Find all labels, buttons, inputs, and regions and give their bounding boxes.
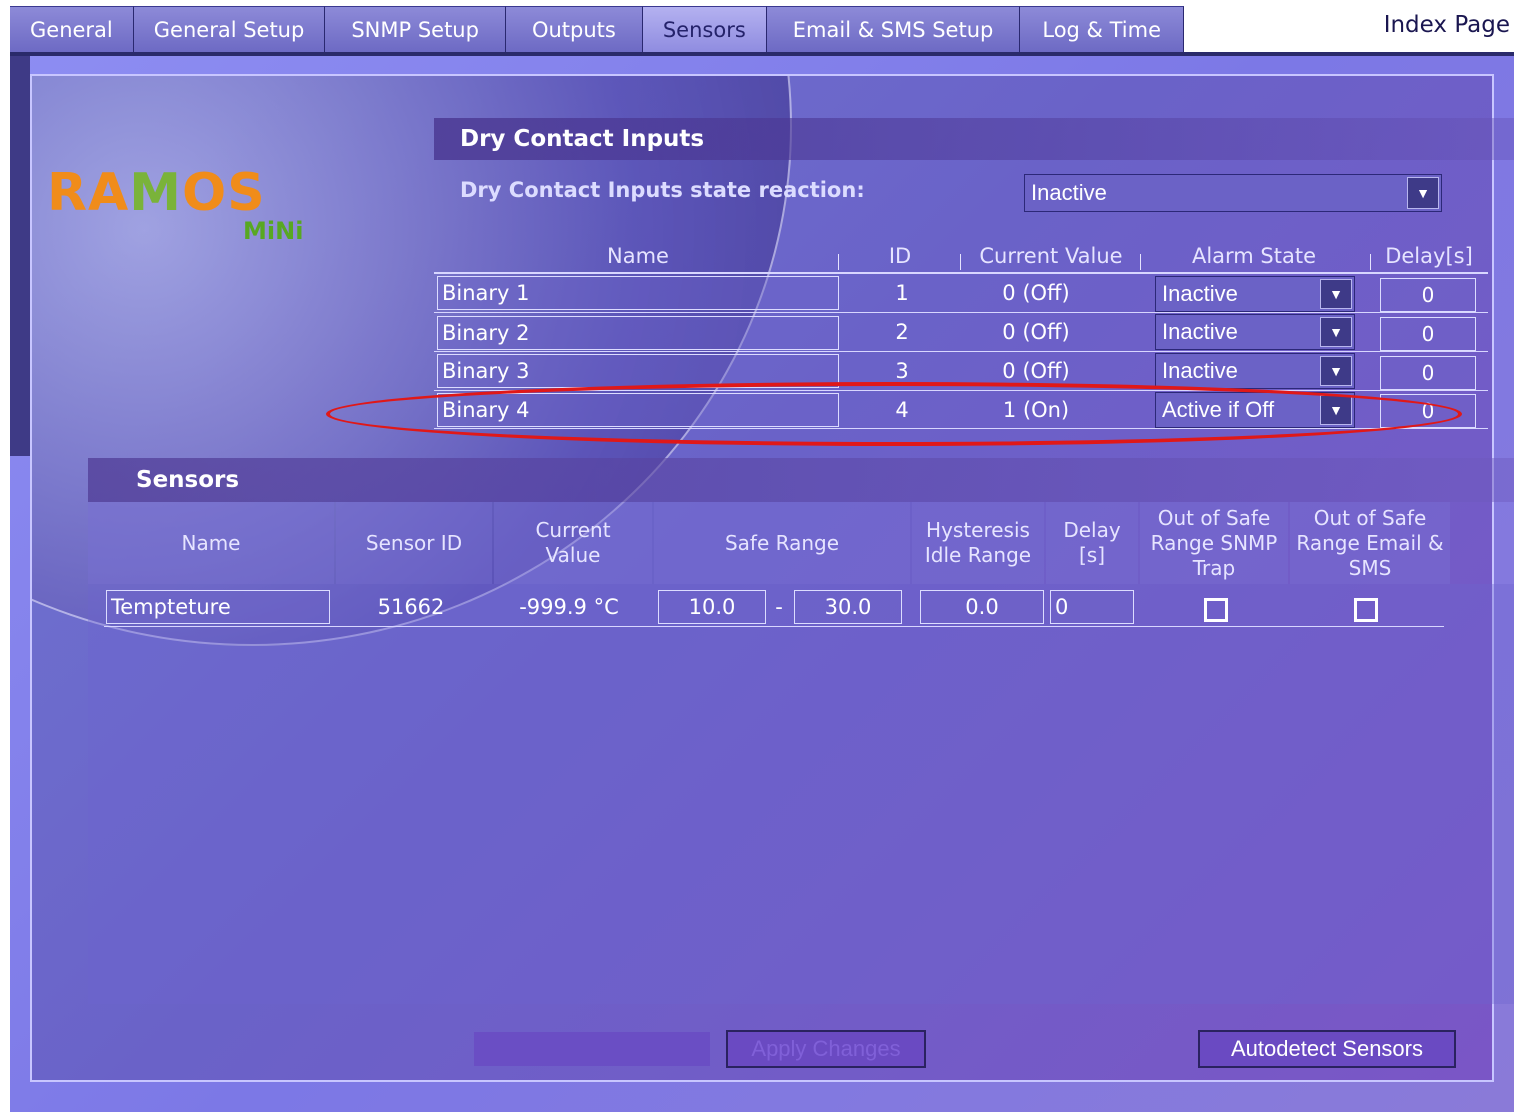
binary-name-field[interactable]: Binary 1	[437, 276, 839, 310]
chevron-down-icon[interactable]: ▼	[1320, 356, 1352, 386]
col-separator	[960, 254, 961, 270]
tab-log-time[interactable]: Log & Time	[1020, 6, 1184, 52]
binary-id: 2	[895, 320, 909, 344]
binary-name-field[interactable]: Binary 2	[437, 316, 839, 350]
email-sms-checkbox[interactable]	[1354, 598, 1378, 622]
index-page-link[interactable]: Index Page	[1384, 12, 1510, 38]
alarm-state-value: Inactive	[1162, 358, 1238, 383]
tab-outputs[interactable]: Outputs	[505, 6, 643, 52]
header-divider	[434, 272, 1488, 274]
sensor-col-header-name: Name	[88, 502, 334, 584]
binary-current-value: 0 (Off)	[1002, 359, 1070, 383]
ramos-mini-logo: RAMOS MiNi	[47, 167, 317, 247]
alarm-state-select[interactable]: Inactive ▼	[1155, 353, 1355, 389]
highlight-ring	[326, 382, 1462, 446]
logo-subtitle: MiNi	[243, 217, 304, 245]
status-field	[474, 1032, 710, 1066]
col-header-id: ID	[888, 244, 912, 268]
sensor-list-area	[88, 584, 1514, 1004]
dry-contact-title: Dry Contact Inputs	[434, 118, 1514, 160]
sensor-col-header-id: Sensor ID	[336, 502, 492, 584]
alarm-state-select[interactable]: Inactive ▼	[1155, 276, 1355, 312]
sensor-col-header-safe-range: Safe Range	[654, 502, 910, 584]
reaction-select-value: Inactive	[1031, 180, 1107, 205]
hysteresis-field[interactable]: 0.0	[920, 590, 1044, 624]
tab-sensors[interactable]: Sensors	[642, 6, 767, 52]
alarm-state-value: Inactive	[1162, 319, 1238, 344]
tab-bar: General General Setup SNMP Setup Outputs…	[10, 6, 1242, 52]
safe-range-low-field[interactable]: 10.0	[658, 590, 766, 624]
delay-field[interactable]: 0	[1380, 317, 1476, 351]
binary-current-value: 0 (Off)	[1002, 281, 1070, 305]
delay-field[interactable]: 0	[1380, 278, 1476, 312]
sensor-col-header-current-value: Current Value	[494, 502, 652, 584]
chevron-down-icon[interactable]: ▼	[1320, 279, 1352, 309]
delay-field[interactable]: 0	[1380, 356, 1476, 390]
binary-id: 3	[895, 359, 909, 383]
snmp-trap-checkbox[interactable]	[1204, 598, 1228, 622]
col-separator	[1140, 254, 1141, 270]
tab-email-sms-setup[interactable]: Email & SMS Setup	[766, 6, 1021, 52]
tab-general-setup[interactable]: General Setup	[133, 6, 326, 52]
frame-edge	[10, 56, 30, 456]
sensors-title: Sensors	[88, 458, 1514, 502]
reaction-select[interactable]: Inactive ▼	[1024, 174, 1442, 212]
sensor-col-header-delay: Delay [s]	[1046, 502, 1138, 584]
tab-snmp-setup[interactable]: SNMP Setup	[325, 6, 506, 52]
safe-range-high-field[interactable]: 30.0	[794, 590, 902, 624]
col-header-current-value: Current Value	[979, 244, 1123, 268]
tab-general[interactable]: General	[10, 6, 134, 52]
logo-wordmark: RAMOS	[47, 163, 266, 223]
col-separator	[1370, 254, 1371, 270]
autodetect-sensors-button[interactable]: Autodetect Sensors	[1198, 1030, 1456, 1068]
chevron-down-icon[interactable]: ▼	[1407, 177, 1439, 209]
apply-changes-button[interactable]: Apply Changes	[726, 1030, 926, 1068]
chevron-down-icon[interactable]: ▼	[1320, 317, 1352, 347]
col-separator	[838, 254, 839, 270]
col-header-alarm-state: Alarm State	[1191, 244, 1317, 268]
col-header-delay: Delay[s]	[1385, 244, 1473, 268]
row-divider	[434, 312, 1488, 313]
alarm-state-select[interactable]: Inactive ▼	[1155, 314, 1355, 350]
sensor-id: 51662	[377, 595, 445, 619]
col-header-name: Name	[607, 244, 669, 268]
sensor-delay-field[interactable]: 0	[1050, 590, 1134, 624]
tab-underline	[10, 52, 1514, 56]
row-divider	[434, 351, 1488, 352]
sensor-col-header-email-sms: Out of Safe Range Email & SMS	[1290, 502, 1450, 584]
binary-current-value: 0 (Off)	[1002, 320, 1070, 344]
reaction-label: Dry Contact Inputs state reaction:	[460, 178, 865, 202]
sensor-current-value: -999.9 °C	[519, 595, 619, 619]
sensor-row-divider	[104, 626, 1444, 627]
sensor-name-field[interactable]: Tempteture	[106, 590, 330, 624]
sensor-col-header-snmp-trap: Out of Safe Range SNMP Trap	[1140, 502, 1288, 584]
alarm-state-value: Inactive	[1162, 281, 1238, 306]
sensor-col-header-hysteresis: Hysteresis Idle Range	[912, 502, 1044, 584]
binary-id: 1	[895, 281, 909, 305]
safe-range-separator: -	[775, 595, 783, 619]
